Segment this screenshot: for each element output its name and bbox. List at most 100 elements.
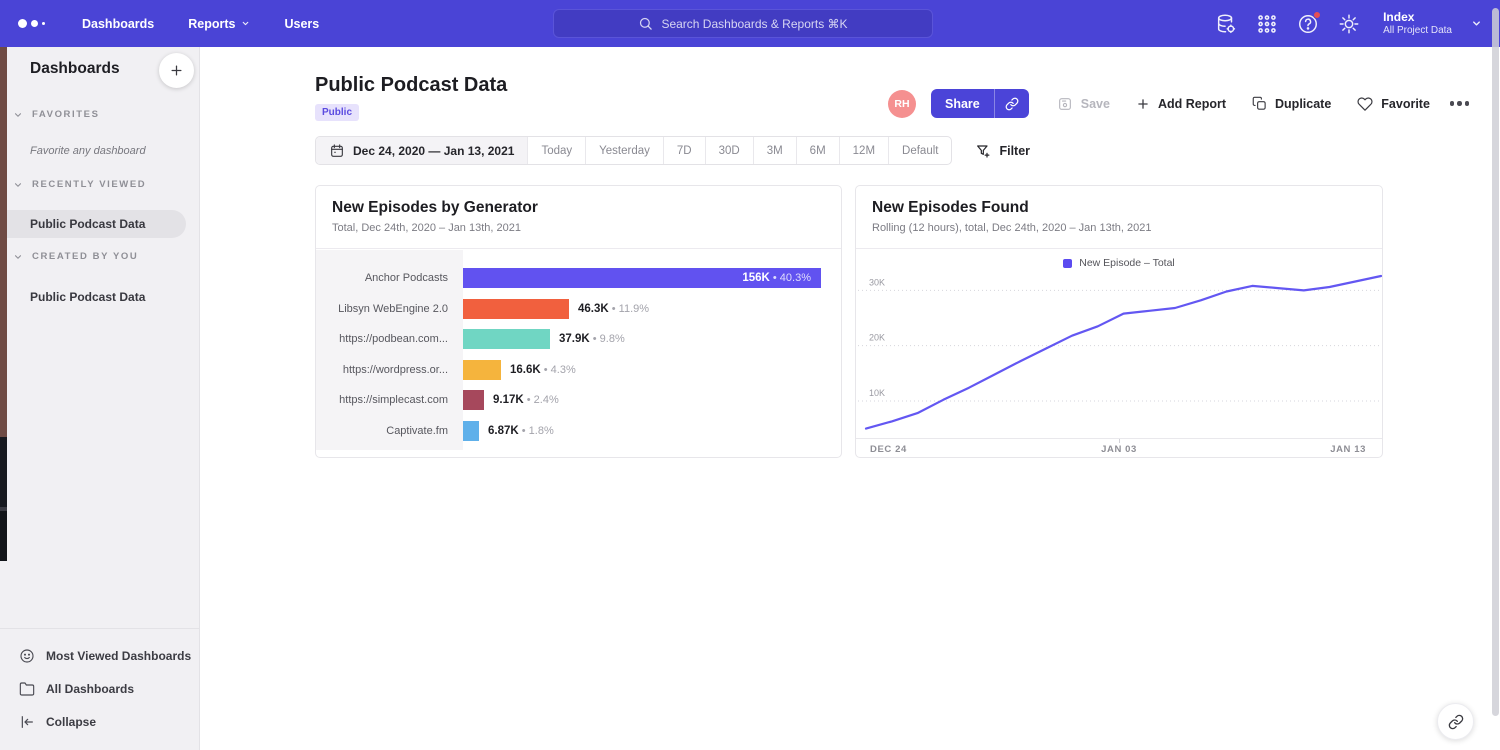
svg-text:30K: 30K xyxy=(869,277,885,287)
range-option-7d[interactable]: 7D xyxy=(663,137,705,164)
filter-button[interactable]: Filter xyxy=(975,143,1030,159)
bar-segment[interactable] xyxy=(463,390,484,410)
bar-value-label: 6.87K • 1.8% xyxy=(488,425,554,437)
sidebar-section-recently-viewed[interactable]: RECENTLY VIEWED xyxy=(0,179,200,190)
sidebar-section-favorites[interactable]: FAVORITES xyxy=(0,109,200,120)
apps-grid-icon[interactable] xyxy=(1256,13,1278,35)
duplicate-button[interactable]: Duplicate xyxy=(1252,96,1331,111)
top-nav: Dashboards Reports Users Search Dashboar… xyxy=(0,0,1500,47)
range-option-6m[interactable]: 6M xyxy=(796,137,839,164)
share-button[interactable]: Share xyxy=(931,89,1029,118)
footer-item-label: Collapse xyxy=(46,715,96,729)
bar-track: 46.3K • 11.9% xyxy=(463,299,841,319)
folder-icon xyxy=(19,681,35,697)
range-option-default[interactable]: Default xyxy=(888,137,951,164)
background-window-sliver xyxy=(0,437,7,507)
bar-track: 9.17K • 2.4% xyxy=(463,390,841,410)
range-option-today[interactable]: Today xyxy=(527,137,585,164)
share-button-label[interactable]: Share xyxy=(931,89,994,118)
range-option-12m[interactable]: 12M xyxy=(839,137,888,164)
bar-value-label: 156K • 40.3% xyxy=(463,272,811,284)
filter-funnel-icon xyxy=(975,143,991,159)
sidebar-title: Dashboards xyxy=(30,60,120,78)
nav-item-label: Dashboards xyxy=(82,17,154,31)
bar-segment[interactable] xyxy=(463,421,479,441)
sidebar-item-label: Public Podcast Data xyxy=(30,217,145,231)
chart-legend[interactable]: New Episode – Total xyxy=(856,257,1382,269)
sidebar: Dashboards FAVORITES Favorite any dashbo… xyxy=(0,47,200,750)
card-header: New Episodes Found Rolling (12 hours), t… xyxy=(856,186,1382,249)
legend-label: New Episode – Total xyxy=(1079,257,1175,269)
background-window-sliver xyxy=(0,47,7,437)
footer-item-label: Most Viewed Dashboards xyxy=(46,649,191,663)
nav-item-users[interactable]: Users xyxy=(284,17,319,31)
sidebar-item-label: Public Podcast Data xyxy=(30,290,145,304)
project-selector[interactable]: Index All Project Data xyxy=(1383,10,1452,38)
logo-dot xyxy=(18,19,27,28)
dot xyxy=(1465,101,1470,106)
bar-segment[interactable] xyxy=(463,360,501,380)
nav-item-label: Reports xyxy=(188,17,235,31)
nav-item-dashboards[interactable]: Dashboards xyxy=(82,17,154,31)
avatar[interactable]: RH xyxy=(888,90,916,118)
bar-track: 37.9K • 9.8% xyxy=(463,329,841,349)
bar-segment[interactable] xyxy=(463,299,569,319)
bar-chart-card: New Episodes by Generator Total, Dec 24t… xyxy=(315,185,842,458)
search-input[interactable]: Search Dashboards & Reports ⌘K xyxy=(553,9,933,38)
bar-value-label: 46.3K • 11.9% xyxy=(578,303,649,315)
bar-category-label: Libsyn WebEngine 2.0 xyxy=(316,303,463,315)
line-chart-card: New Episodes Found Rolling (12 hours), t… xyxy=(855,185,1383,458)
add-report-button[interactable]: Add Report xyxy=(1136,97,1226,111)
favorite-label: Favorite xyxy=(1381,97,1430,111)
chevron-down-icon xyxy=(13,180,23,190)
bar-row: Anchor Podcasts156K • 40.3% xyxy=(316,263,841,294)
favorite-button[interactable]: Favorite xyxy=(1357,96,1430,112)
sidebar-item-public-podcast-data[interactable]: Public Podcast Data xyxy=(0,283,186,311)
all-dashboards-button[interactable]: All Dashboards xyxy=(0,672,199,705)
range-option-3m[interactable]: 3M xyxy=(753,137,796,164)
nav-item-reports[interactable]: Reports xyxy=(188,17,250,31)
help-icon[interactable] xyxy=(1297,13,1319,35)
add-report-label: Add Report xyxy=(1158,97,1226,111)
share-link-button[interactable] xyxy=(994,89,1029,118)
search-placeholder: Search Dashboards & Reports ⌘K xyxy=(661,17,847,31)
project-name: Index xyxy=(1383,10,1452,25)
section-label: RECENTLY VIEWED xyxy=(32,179,146,190)
bar-category-label: https://simplecast.com xyxy=(316,394,463,406)
x-tick-label: DEC 24 xyxy=(870,444,907,455)
date-range-picker[interactable]: Dec 24, 2020 — Jan 13, 2021 xyxy=(316,137,527,164)
bar-segment[interactable] xyxy=(463,329,550,349)
vertical-scrollbar[interactable] xyxy=(1492,8,1499,716)
search-icon xyxy=(638,16,653,31)
range-option-30d[interactable]: 30D xyxy=(705,137,753,164)
header-actions: RH Share Save Add Report Duplicate Favor… xyxy=(888,89,1469,118)
bar-chart-body: Anchor Podcasts156K • 40.3% Libsyn WebEng… xyxy=(316,250,841,456)
bar-row: https://simplecast.com9.17K • 2.4% xyxy=(316,385,841,416)
more-options-button[interactable] xyxy=(1450,101,1470,106)
link-icon xyxy=(1448,714,1464,730)
bar-value-label: 16.6K • 4.3% xyxy=(510,364,576,376)
bar-category-label: https://podbean.com... xyxy=(316,333,463,345)
save-button[interactable]: Save xyxy=(1057,96,1110,112)
bar-row: https://wordpress.or...16.6K • 4.3% xyxy=(316,355,841,386)
range-option-yesterday[interactable]: Yesterday xyxy=(585,137,663,164)
app-logo[interactable] xyxy=(18,19,58,28)
data-sources-icon[interactable] xyxy=(1215,13,1237,35)
x-axis: DEC 24JAN 03JAN 13 xyxy=(856,438,1382,458)
add-dashboard-button[interactable] xyxy=(159,53,194,88)
sidebar-section-created-by-you[interactable]: CREATED BY YOU xyxy=(0,251,200,262)
settings-gear-icon[interactable] xyxy=(1338,13,1360,35)
chevron-down-icon[interactable] xyxy=(1471,18,1482,29)
sidebar-item-public-podcast-data[interactable]: Public Podcast Data xyxy=(0,210,186,238)
most-viewed-dashboards-button[interactable]: Most Viewed Dashboards xyxy=(0,639,199,672)
notification-dot xyxy=(1313,11,1321,19)
bar-rows: Anchor Podcasts156K • 40.3% Libsyn WebEng… xyxy=(316,263,841,446)
duplicate-label: Duplicate xyxy=(1275,97,1331,111)
nav-right: Index All Project Data xyxy=(1215,0,1482,47)
bar-track: 156K • 40.3% xyxy=(463,268,841,288)
filter-label: Filter xyxy=(999,144,1030,158)
floating-link-button[interactable] xyxy=(1437,703,1474,740)
x-tick-label: JAN 03 xyxy=(1101,444,1137,455)
collapse-sidebar-button[interactable]: Collapse xyxy=(0,705,199,738)
background-window-sliver xyxy=(0,511,7,561)
